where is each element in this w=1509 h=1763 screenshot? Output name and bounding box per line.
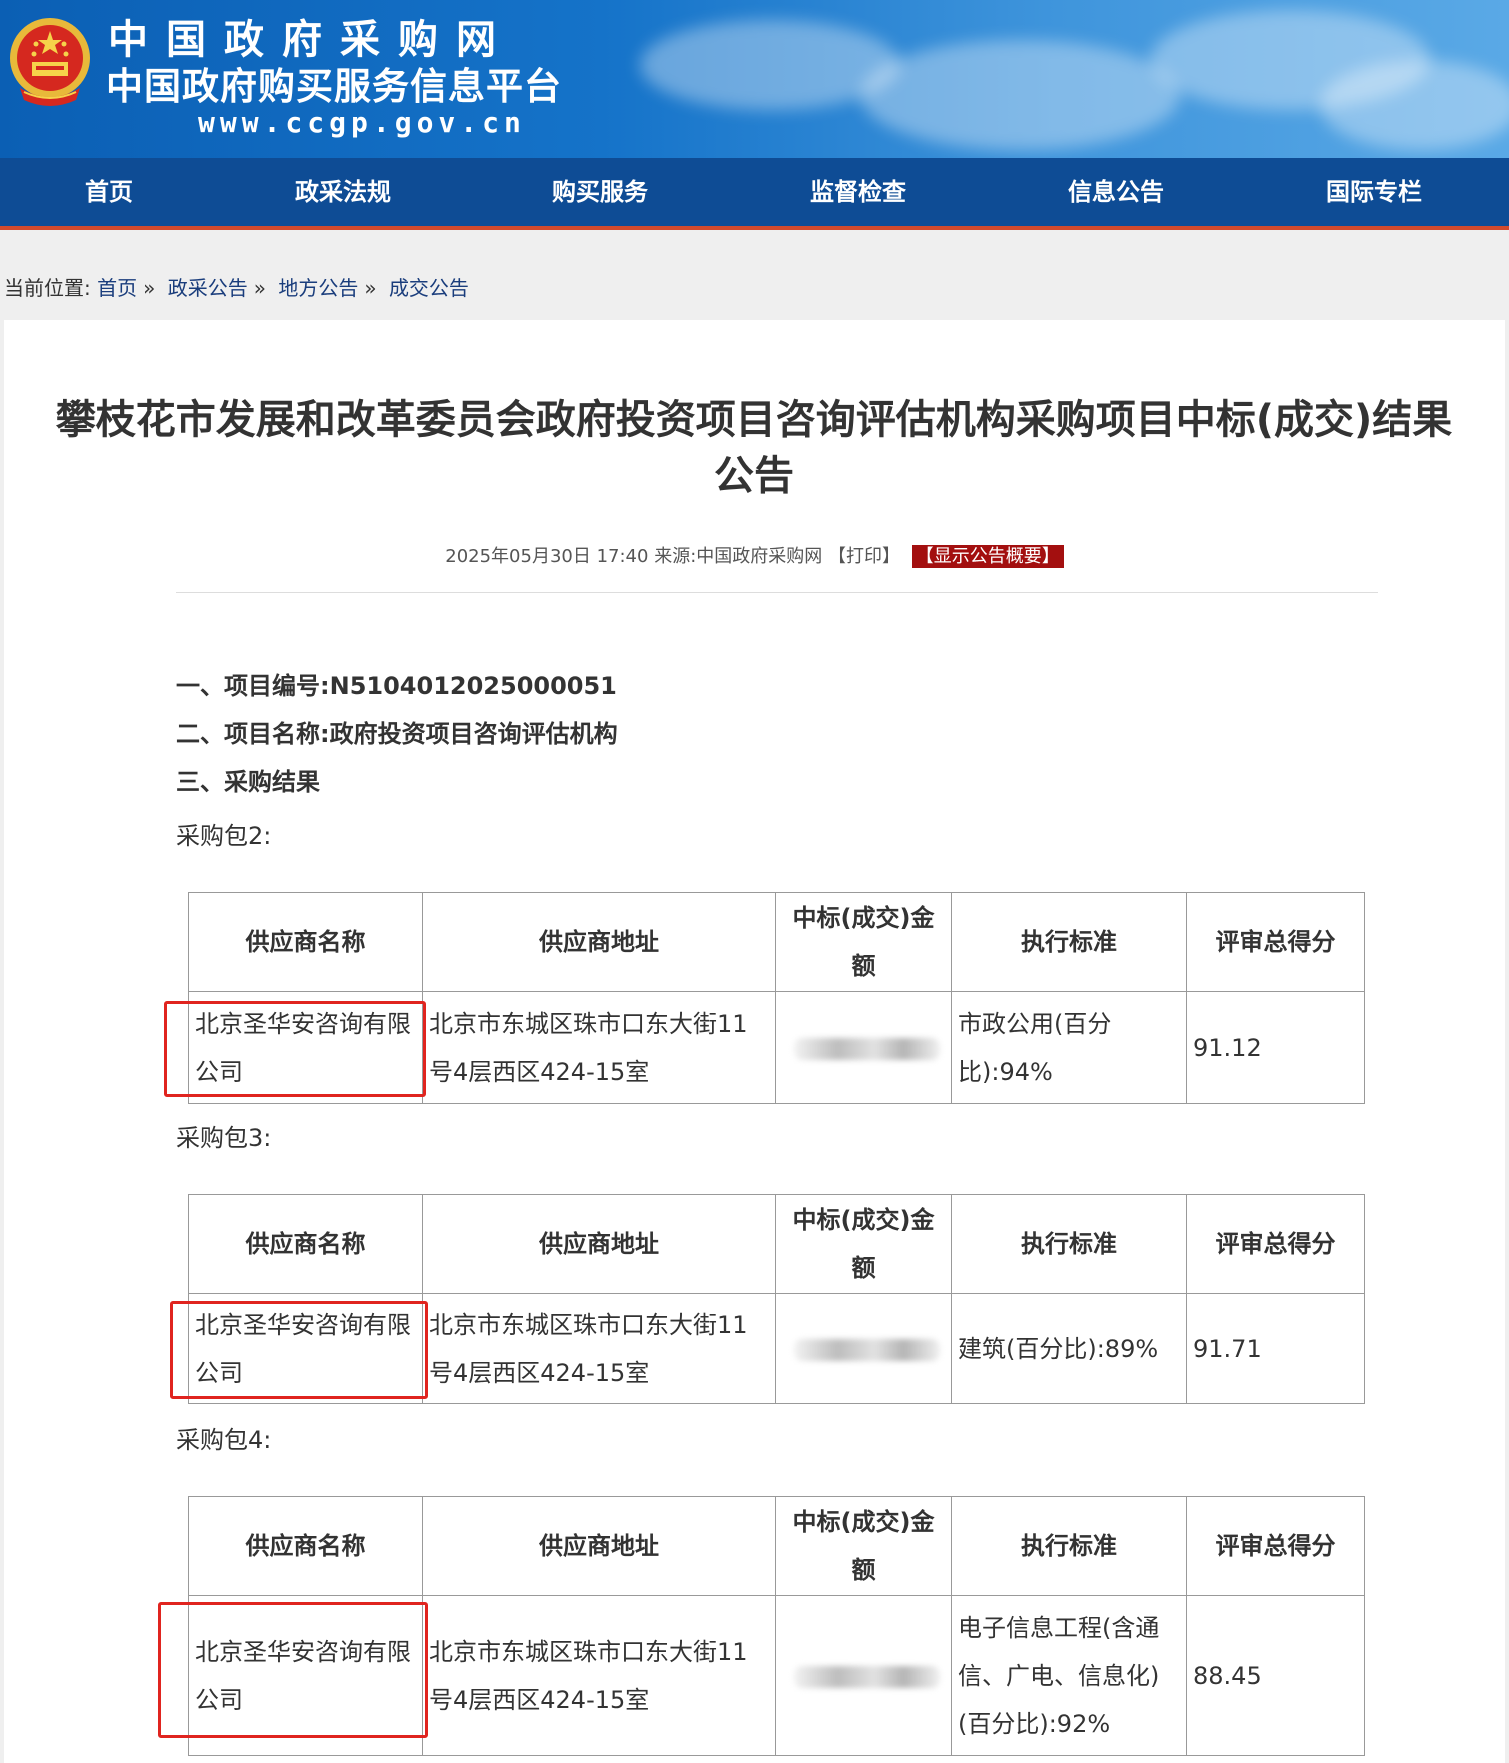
site-url[interactable]: www.ccgp.gov.cn <box>198 106 526 140</box>
breadcrumb: 当前位置: 首页» 政采公告» 地方公告» 成交公告 <box>4 272 469 301</box>
project-number-label: 一、项目编号: <box>176 672 330 700</box>
package-label: 采购包2: <box>176 822 272 850</box>
standard-cell: 建筑(百分比):89% <box>951 1293 1187 1404</box>
col-header-standard: 执行标准 <box>951 1194 1187 1294</box>
main-nav: 首页 政采法规 购买服务 监督检查 信息公告 国际专栏 <box>0 158 1509 230</box>
supplier-address-cell: 北京市东城区珠市口东大街11号4层西区424-15室 <box>422 991 776 1104</box>
breadcrumb-local-notices[interactable]: 地方公告 <box>278 276 358 300</box>
col-header-amount-line: 中标(成交)金 <box>792 1508 935 1536</box>
package-label: 采购包3: <box>176 1124 272 1152</box>
col-header-standard: 执行标准 <box>951 1496 1187 1596</box>
nav-item-international[interactable]: 国际专栏 <box>1326 158 1422 226</box>
nav-item-announcements[interactable]: 信息公告 <box>1068 158 1164 226</box>
breadcrumb-deal-notices[interactable]: 成交公告 <box>389 276 469 300</box>
score-cell: 91.12 <box>1186 991 1365 1104</box>
amount-cell <box>775 1293 952 1404</box>
col-header-amount-line: 额 <box>851 952 876 980</box>
breadcrumb-procurement-notices[interactable]: 政采公告 <box>168 276 248 300</box>
article-panel: 攀枝花市发展和改革委员会政府投资项目咨询评估机构采购项目中标(成交)结果 公告 … <box>4 320 1505 1763</box>
project-name-label: 二、项目名称: <box>176 720 330 748</box>
article-title: 攀枝花市发展和改革委员会政府投资项目咨询评估机构采购项目中标(成交)结果 公告 <box>24 392 1484 504</box>
divider <box>176 592 1378 593</box>
source-name: 中国政府采购网 <box>696 546 823 567</box>
table-header-row: 供应商名称 供应商地址 中标(成交)金额 执行标准 评审总得分 <box>188 1496 1365 1596</box>
col-header-supplier-name: 供应商名称 <box>188 892 423 992</box>
breadcrumb-prefix: 当前位置: <box>4 276 91 300</box>
national-emblem-icon[interactable] <box>6 14 94 112</box>
supplier-highlight-box <box>170 1301 428 1399</box>
source-label: 来源: <box>654 546 697 567</box>
redacted-amount <box>794 1037 940 1060</box>
redacted-amount <box>794 1665 940 1688</box>
project-number-value: N5104012025000051 <box>329 672 617 700</box>
site-subtitle: 中国政府购买服务信息平台 <box>106 64 562 108</box>
col-header-supplier-address: 供应商地址 <box>422 1194 776 1294</box>
project-number: 一、项目编号:N5104012025000051 <box>176 666 617 701</box>
banner-cloud <box>860 40 1180 150</box>
col-header-supplier-name: 供应商名称 <box>188 1496 423 1596</box>
breadcrumb-separator: » <box>143 276 156 300</box>
col-header-score: 评审总得分 <box>1186 892 1365 992</box>
article-title-line: 公告 <box>714 453 794 499</box>
article-meta: 2025年05月30日 17:40 来源:中国政府采购网 【打印】 【显示公告概… <box>4 542 1505 568</box>
supplier-highlight-box <box>158 1602 428 1738</box>
amount-cell <box>775 991 952 1104</box>
col-header-amount-line: 额 <box>851 1254 876 1282</box>
banner-cloud <box>1320 60 1509 150</box>
supplier-address-cell: 北京市东城区珠市口东大街11号4层西区424-15室 <box>422 1595 776 1756</box>
col-header-standard: 执行标准 <box>951 892 1187 992</box>
site-header-banner: 中国政府采购网 中国政府购买服务信息平台 www.ccgp.gov.cn <box>0 0 1509 158</box>
col-header-amount-line: 额 <box>851 1556 876 1584</box>
table-header-row: 供应商名称 供应商地址 中标(成交)金额 执行标准 评审总得分 <box>188 1194 1365 1294</box>
project-name: 二、项目名称:政府投资项目咨询评估机构 <box>176 714 618 749</box>
col-header-amount: 中标(成交)金额 <box>775 1496 952 1596</box>
show-summary-button[interactable]: 【显示公告概要】 <box>911 545 1064 568</box>
nav-item-regulations[interactable]: 政采法规 <box>295 158 391 226</box>
col-header-supplier-address: 供应商地址 <box>422 892 776 992</box>
breadcrumb-separator: » <box>253 276 266 300</box>
publish-date: 2025年05月30日 17:40 <box>445 546 649 567</box>
nav-item-supervision[interactable]: 监督检查 <box>810 158 906 226</box>
col-header-supplier-name: 供应商名称 <box>188 1194 423 1294</box>
project-name-value: 政府投资项目咨询评估机构 <box>329 720 618 748</box>
amount-cell <box>775 1595 952 1756</box>
table-header-row: 供应商名称 供应商地址 中标(成交)金额 执行标准 评审总得分 <box>188 892 1365 992</box>
col-header-score: 评审总得分 <box>1186 1194 1365 1294</box>
breadcrumb-home[interactable]: 首页 <box>97 276 137 300</box>
score-cell: 88.45 <box>1186 1595 1365 1756</box>
site-title: 中国政府采购网 <box>108 16 514 63</box>
procurement-result-heading: 三、采购结果 <box>176 768 320 796</box>
supplier-address-cell: 北京市东城区珠市口东大街11号4层西区424-15室 <box>422 1293 776 1404</box>
col-header-score: 评审总得分 <box>1186 1496 1365 1596</box>
breadcrumb-separator: » <box>364 276 377 300</box>
col-header-amount: 中标(成交)金额 <box>775 892 952 992</box>
print-link[interactable]: 【打印】 <box>828 546 900 567</box>
col-header-amount: 中标(成交)金额 <box>775 1194 952 1294</box>
package-label: 采购包4: <box>176 1426 272 1454</box>
supplier-highlight-box <box>164 1001 426 1097</box>
standard-cell: 电子信息工程(含通信、广电、信息化)(百分比):92% <box>951 1595 1187 1756</box>
standard-cell: 市政公用(百分比):94% <box>951 991 1187 1104</box>
col-header-supplier-address: 供应商地址 <box>422 1496 776 1596</box>
nav-item-home[interactable]: 首页 <box>85 158 133 226</box>
col-header-amount-line: 中标(成交)金 <box>792 904 935 932</box>
score-cell: 91.71 <box>1186 1293 1365 1404</box>
col-header-amount-line: 中标(成交)金 <box>792 1206 935 1234</box>
article-title-line: 攀枝花市发展和改革委员会政府投资项目咨询评估机构采购项目中标(成交)结果 <box>55 397 1453 443</box>
nav-item-purchase-services[interactable]: 购买服务 <box>552 158 648 226</box>
redacted-amount <box>794 1338 940 1361</box>
